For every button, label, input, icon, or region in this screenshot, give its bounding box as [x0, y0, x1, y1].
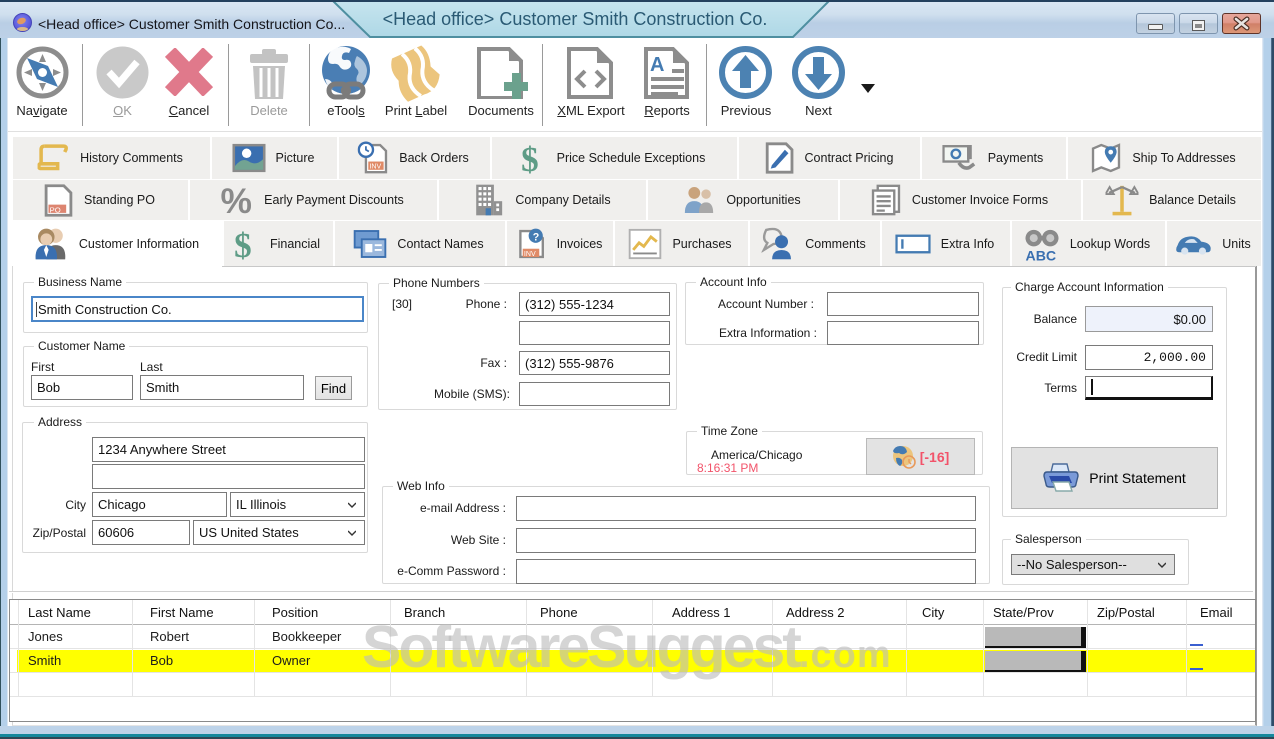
svg-text:%: %	[221, 182, 252, 217]
svg-text:$: $	[235, 226, 252, 261]
svg-text:ABC: ABC	[1025, 248, 1056, 261]
svg-text:INV: INV	[370, 163, 382, 171]
svg-text:PO: PO	[50, 205, 61, 214]
svg-text:?: ?	[532, 231, 538, 243]
svg-text:$: $	[522, 140, 539, 175]
svg-text:INV: INV	[523, 249, 535, 257]
svg-text:A: A	[650, 54, 664, 76]
